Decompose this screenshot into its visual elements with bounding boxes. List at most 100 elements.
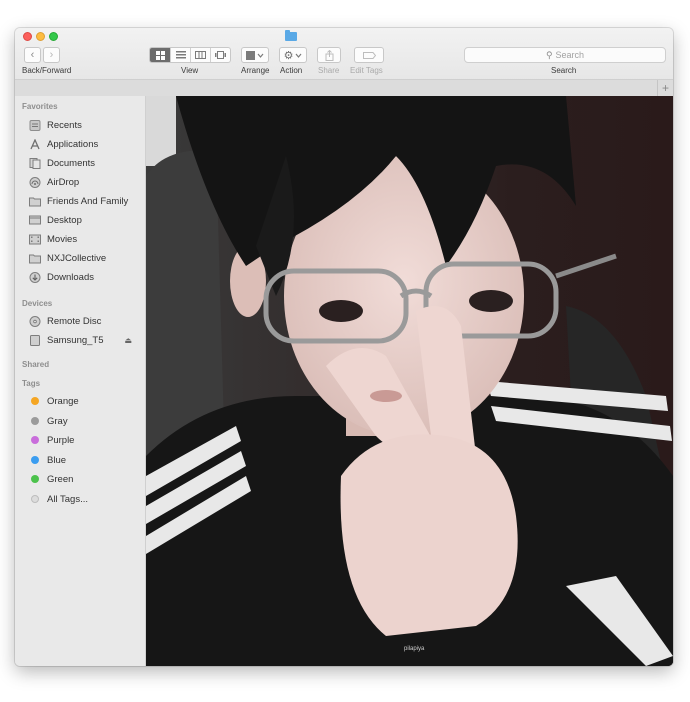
sidebar-item-label: Blue [47,454,67,466]
sidebar-item-movies[interactable]: Movies [29,231,144,247]
tag-color-icon [29,396,41,407]
sidebar-tag-blue[interactable]: Blue [29,452,144,468]
forward-button[interactable]: › [43,47,60,63]
grid-icon [155,50,165,60]
disc-icon [29,315,41,327]
gallery-icon [215,51,226,59]
sidebar-item-label: Samsung_T5 [47,334,104,346]
back-button[interactable]: ‹ [24,47,41,63]
sidebar-item-recents[interactable]: Recents [29,117,144,133]
sidebar-item-label: Desktop [47,214,82,226]
columns-icon [195,51,206,59]
sidebar-item-label: NXJCollective [47,252,107,264]
back-forward-label: Back/Forward [22,66,72,75]
column-view-button[interactable] [190,48,210,62]
folder-icon [29,253,41,264]
portrait-photo [146,96,673,666]
photo-content-area: pilapiya [146,96,673,666]
applications-icon [29,138,41,150]
list-view-button[interactable] [170,48,190,62]
sidebar-item-applications[interactable]: Applications [29,136,144,152]
action-label: Action [280,66,303,75]
shared-header: Shared [22,360,50,369]
drive-icon [29,334,41,346]
arrange-label: Arrange [241,66,270,75]
chevron-left-icon: ‹ [30,49,35,61]
search-label: Search [551,66,577,75]
search-placeholder: Search [555,50,585,60]
share-label: Share [318,66,340,75]
sidebar-item-label: Remote Disc [47,315,102,327]
documents-icon [29,157,41,169]
devices-header: Devices [22,299,53,308]
plus-icon: + [661,81,669,95]
edit-tags-button[interactable] [354,47,384,63]
sidebar-item-label: Green [47,473,74,485]
downloads-icon [29,271,41,283]
recents-icon [29,119,41,131]
favorites-header: Favorites [22,102,58,111]
tag-color-icon [29,494,41,505]
tags-header: Tags [22,379,41,388]
chevron-down-icon [295,53,302,58]
tag-color-icon [29,455,41,466]
sidebar-item-label: AirDrop [47,176,80,188]
sidebar-item-label: Documents [47,157,96,169]
sidebar-item-nxjcollective[interactable]: NXJCollective [29,250,144,266]
sidebar-item-label: Friends And Family [47,195,129,207]
toolbar: ‹ › Back/Forward View Arrange ⚙ Action S… [15,28,673,96]
view-label: View [181,66,199,75]
close-window-button[interactable] [23,32,32,41]
finder-window: ‹ › Back/Forward View Arrange ⚙ Action S… [15,28,673,666]
share-button[interactable] [317,47,341,63]
sidebar-item-label: Downloads [47,271,94,283]
sidebar-item-label: Purple [47,434,75,446]
search-icon: ⚲ [545,49,553,60]
sidebar-item-friends-and-family[interactable]: Friends And Family [29,193,144,209]
folder-title-icon [285,30,297,41]
chevron-right-icon: › [49,49,54,61]
list-icon [175,51,186,59]
sidebar-item-desktop[interactable]: Desktop [29,212,144,228]
sidebar-item-label: Recents [47,119,82,131]
folder-icon [29,196,41,207]
gear-icon: ⚙ [283,49,294,62]
search-field[interactable]: ⚲ Search [464,47,666,63]
new-tab-button[interactable]: + [657,80,673,96]
edit-tags-label: Edit Tags [350,66,383,75]
minimize-window-button[interactable] [36,32,45,41]
zoom-window-button[interactable] [49,32,58,41]
sidebar-item-samsung-t5[interactable]: Samsung_T5 ⏏ [29,332,144,348]
arrange-button[interactable] [241,47,269,63]
watermark-text: pilapiya [404,646,425,652]
sidebar-item-airdrop[interactable]: AirDrop [29,174,144,190]
sidebar: Favorites Recents Applications Documents… [15,96,146,666]
icon-view-button[interactable] [150,48,170,62]
sidebar-item-label: All Tags... [47,493,89,505]
tag-icon [362,51,376,59]
sidebar-tag-orange[interactable]: Orange [29,393,144,409]
sidebar-tag-purple[interactable]: Purple [29,432,144,448]
tag-color-icon [29,474,41,485]
sidebar-item-remote-disc[interactable]: Remote Disc [29,313,144,329]
desktop-icon [29,215,41,226]
sidebar-item-label: Applications [47,138,99,150]
sidebar-tag-green[interactable]: Green [29,471,144,487]
sidebar-item-documents[interactable]: Documents [29,155,144,171]
tag-color-icon [29,435,41,446]
tag-color-icon [29,416,41,427]
movies-icon [29,234,41,245]
view-segmented-control[interactable] [149,47,231,63]
sidebar-tag-gray[interactable]: Gray [29,413,144,429]
sidebar-item-label: Gray [47,415,68,427]
sidebar-item-label: Movies [47,233,78,245]
eject-icon[interactable]: ⏏ [124,336,132,345]
share-icon [325,49,333,61]
airdrop-icon [29,176,41,188]
sidebar-item-label: Orange [47,395,79,407]
gallery-view-button[interactable] [210,48,230,62]
sidebar-item-downloads[interactable]: Downloads [29,269,144,285]
sidebar-tag-all-tags[interactable]: All Tags... [29,491,144,507]
action-button[interactable]: ⚙ [279,47,307,63]
arrange-icon [246,50,264,60]
